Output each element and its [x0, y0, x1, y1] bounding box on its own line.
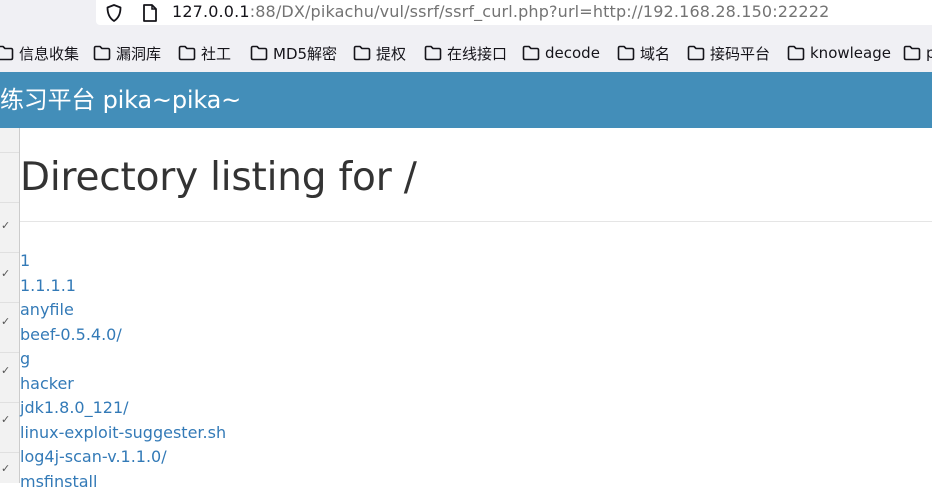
- sidebar: ✓ ✓ ✓ ✓ ✓ ✓: [0, 128, 20, 483]
- directory-entry-link[interactable]: g: [20, 349, 30, 368]
- bookmark-label: 信息收集: [19, 43, 79, 64]
- sidebar-divider: [0, 252, 19, 253]
- directory-entry-link[interactable]: log4j-scan-v.1.1.0/: [20, 447, 167, 466]
- folder-icon: [522, 45, 545, 61]
- bookmark-label: 接码平台: [710, 43, 770, 64]
- bookmark-label: 域名: [640, 43, 670, 64]
- sidebar-menu-arrow-icon[interactable]: ✓: [1, 414, 10, 426]
- url-host: 127.0.0.1: [172, 2, 250, 21]
- directory-listing: 1 1.1.1.1 anyfile beef-0.5.4.0/g hacker jdk1.…: [20, 249, 226, 494]
- directory-entry-link[interactable]: hacker: [20, 374, 74, 393]
- folder-icon: [250, 45, 273, 61]
- sidebar-menu-arrow-icon[interactable]: ✓: [1, 316, 10, 328]
- list-item: linux-exploit-suggester.sh: [20, 421, 226, 446]
- sidebar-divider: [0, 352, 19, 353]
- sidebar-menu-arrow-icon[interactable]: ✓: [1, 365, 10, 377]
- folder-icon: [787, 45, 810, 61]
- list-item: beef-0.5.4.0/: [20, 323, 226, 348]
- folder-icon: [178, 45, 201, 61]
- sidebar-menu-arrow-icon[interactable]: ✓: [1, 268, 10, 280]
- sidebar-menu-arrow-icon[interactable]: ✓: [1, 220, 10, 232]
- folder-icon: [353, 45, 376, 61]
- url-text[interactable]: 127.0.0.1:88/DX/pikachu/vul/ssrf/ssrf_cu…: [172, 1, 829, 23]
- page-info-icon[interactable]: [141, 3, 159, 27]
- folder-icon: [687, 45, 710, 61]
- sidebar-divider: [0, 202, 19, 203]
- heading-divider: [20, 221, 932, 222]
- site-header: 练习平台 pika~pika~: [0, 72, 932, 128]
- sidebar-divider: [0, 452, 19, 453]
- bookmark-label: p: [926, 44, 932, 62]
- sidebar-menu-arrow-icon[interactable]: ✓: [1, 463, 10, 475]
- bookmark-1[interactable]: 漏洞库: [93, 43, 161, 63]
- list-item: hacker: [20, 372, 226, 397]
- list-item: 1: [20, 249, 226, 274]
- bookmark-label: decode: [545, 44, 600, 62]
- bookmark-10[interactable]: p: [903, 43, 932, 63]
- sidebar-divider: [0, 152, 19, 153]
- url-path: :88/DX/pikachu/vul/ssrf/ssrf_curl.php?ur…: [250, 2, 830, 21]
- sidebar-divider: [0, 302, 19, 303]
- bookmark-7[interactable]: 域名: [617, 43, 670, 63]
- bookmark-2[interactable]: 社工: [178, 43, 231, 63]
- folder-icon: [424, 45, 447, 61]
- directory-entry-link[interactable]: linux-exploit-suggester.sh: [20, 423, 226, 442]
- bookmark-9[interactable]: knowleage: [787, 43, 891, 63]
- directory-entry-link[interactable]: 1: [20, 251, 30, 270]
- bookmark-label: 社工: [201, 43, 231, 64]
- folder-icon: [617, 45, 640, 61]
- sidebar-divider: [0, 402, 19, 403]
- list-item: msfinstall: [20, 470, 226, 494]
- bookmark-4[interactable]: 提权: [353, 43, 406, 63]
- folder-icon: [93, 45, 116, 61]
- browser-toolbar: 127.0.0.1:88/DX/pikachu/vul/ssrf/ssrf_cu…: [0, 0, 932, 34]
- folder-icon: [0, 45, 19, 61]
- list-item: log4j-scan-v.1.1.0/: [20, 445, 226, 470]
- bookmark-3[interactable]: MD5解密: [250, 43, 337, 63]
- bookmark-5[interactable]: 在线接口: [424, 43, 507, 63]
- bookmark-6[interactable]: decode: [522, 43, 600, 63]
- list-item: g: [20, 347, 226, 372]
- directory-entry-link[interactable]: jdk1.8.0_121/: [20, 398, 129, 417]
- bookmark-label: 漏洞库: [116, 43, 161, 64]
- directory-entry-link[interactable]: 1.1.1.1: [20, 276, 76, 295]
- bookmark-label: knowleage: [810, 44, 891, 62]
- bookmark-8[interactable]: 接码平台: [687, 43, 770, 63]
- directory-entry-link[interactable]: anyfile: [20, 300, 74, 319]
- list-item: 1.1.1.1: [20, 274, 226, 299]
- list-item: jdk1.8.0_121/: [20, 396, 226, 421]
- bookmark-label: 在线接口: [447, 43, 507, 64]
- page-title: Directory listing for /: [20, 152, 417, 204]
- directory-entry-link[interactable]: msfinstall: [20, 472, 97, 491]
- bookmark-0[interactable]: 信息收集: [0, 43, 79, 63]
- directory-entry-link[interactable]: beef-0.5.4.0/: [20, 325, 122, 344]
- bookmarks-bar: 信息收集 漏洞库 社工 MD5解密 提权 在线接口 decode 域名 接码平台 knowleag…: [0, 34, 932, 73]
- site-title[interactable]: 练习平台 pika~pika~: [0, 85, 241, 115]
- folder-icon: [903, 45, 926, 61]
- tracking-protection-shield-icon[interactable]: [104, 3, 124, 27]
- bookmark-label: 提权: [376, 43, 406, 64]
- bookmark-label: MD5解密: [273, 43, 337, 64]
- list-item: anyfile: [20, 298, 226, 323]
